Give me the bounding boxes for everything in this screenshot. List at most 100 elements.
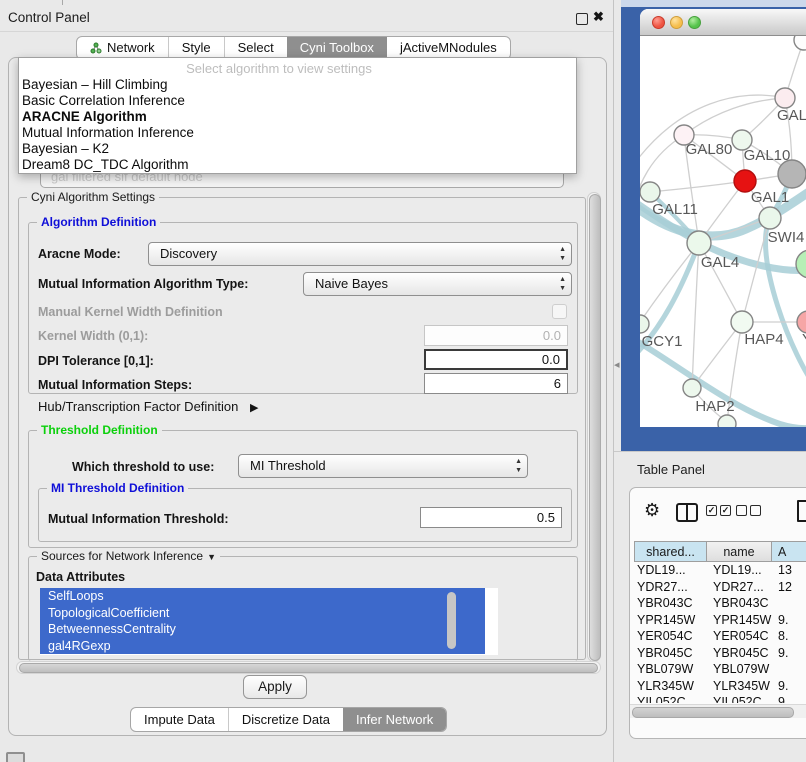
document-icon[interactable] <box>797 500 806 522</box>
tab-impute-data[interactable]: Impute Data <box>131 708 228 731</box>
table-cell[interactable]: YBR045C <box>707 645 772 662</box>
float-panel-icon[interactable] <box>576 13 588 25</box>
kernel-width-input[interactable]: 0.0 <box>424 325 568 346</box>
mi-threshold-input[interactable]: 0.5 <box>420 507 562 528</box>
tab-cyni-toolbox[interactable]: Cyni Toolbox <box>287 37 387 59</box>
which-threshold-select[interactable]: MI Threshold ▲▼ <box>238 454 528 478</box>
network-node-hap4[interactable] <box>731 311 753 333</box>
attribute-list-item[interactable]: gal4RGexp <box>40 638 485 655</box>
table-row[interactable]: YPR145WYPR145W9. <box>634 612 806 629</box>
network-node-gal2[interactable] <box>775 88 795 108</box>
select-all-columns-icon[interactable]: ✓ ✓ <box>706 505 731 516</box>
table-row[interactable]: YDR27...YDR27...12 <box>634 579 806 596</box>
algorithm-option[interactable]: Dream8 DC_TDC Algorithm <box>22 157 573 173</box>
network-node[interactable] <box>778 160 806 188</box>
table-cell[interactable]: YIL052C <box>707 694 772 703</box>
minimized-panel-icon[interactable] <box>6 752 25 762</box>
scrollbar-thumb[interactable] <box>19 663 598 673</box>
table-cell[interactable]: YDR27... <box>634 579 707 596</box>
network-node[interactable] <box>794 36 806 50</box>
table-cell[interactable]: YDL19... <box>634 562 707 579</box>
table-row[interactable]: YDL19...YDL19...13 <box>634 562 806 579</box>
table-cell[interactable]: 9. <box>772 612 806 629</box>
tab-style[interactable]: Style <box>168 37 224 59</box>
table-row[interactable]: YBR043CYBR043C <box>634 595 806 612</box>
table-row[interactable]: YBR045CYBR045C9. <box>634 645 806 662</box>
table-cell[interactable]: YBR045C <box>634 645 707 662</box>
mi-steps-input[interactable]: 6 <box>424 373 568 394</box>
table-cell[interactable]: YPR145W <box>707 612 772 629</box>
algorithm-option[interactable]: Basic Correlation Inference <box>22 93 573 109</box>
algorithm-option[interactable]: Bayesian – Hill Climbing <box>22 77 573 93</box>
network-node-gal4[interactable] <box>687 231 711 255</box>
tab-select[interactable]: Select <box>224 37 287 59</box>
close-panel-icon[interactable]: ✖ <box>593 9 604 25</box>
table-cell[interactable]: 13 <box>772 562 806 579</box>
settings-vertical-scrollbar[interactable] <box>587 192 601 662</box>
column-header[interactable]: A <box>772 541 806 562</box>
table-cell[interactable]: YBL079W <box>634 661 707 678</box>
table-cell[interactable]: 8. <box>772 628 806 645</box>
table-cell[interactable]: 9. <box>772 694 806 703</box>
table-cell[interactable]: 9. <box>772 645 806 662</box>
network-window-titlebar[interactable] <box>640 9 806 36</box>
table-cell[interactable]: YLR345W <box>634 678 707 695</box>
hub-definition-expander[interactable]: Hub/Transcription Factor Definition ▶ <box>38 399 258 414</box>
table-cell[interactable]: YIL052C <box>634 694 707 703</box>
network-node-gal11[interactable] <box>640 182 660 202</box>
table-cell[interactable]: YBL079W <box>707 661 772 678</box>
split-columns-icon[interactable] <box>676 503 698 522</box>
attribute-list-item[interactable]: TopologicalCoefficient <box>40 605 485 622</box>
table-cell[interactable]: YPR145W <box>634 612 707 629</box>
network-canvas[interactable]: GAL2GAL80GAL10GAL1GAL11SWI4GAL4GCY1HAP4Y… <box>640 36 806 427</box>
split-pane-collapse-icon[interactable]: ◂ <box>614 358 620 371</box>
tab-network[interactable]: Network <box>77 37 168 59</box>
table-cell[interactable] <box>772 661 806 678</box>
algorithm-option[interactable]: Mutual Information Inference <box>22 125 573 141</box>
network-node-y[interactable] <box>797 311 806 333</box>
manual-kernel-checkbox[interactable] <box>552 304 567 319</box>
table-cell[interactable]: YBR043C <box>634 595 707 612</box>
network-node-swi4[interactable] <box>759 207 781 229</box>
attribute-list-item[interactable]: SelfLoops <box>40 588 485 605</box>
table-cell[interactable]: YDR27... <box>707 579 772 596</box>
table-cell[interactable]: YBR043C <box>707 595 772 612</box>
table-row[interactable]: YIL052CYIL052C9. <box>634 694 806 703</box>
table-row[interactable]: YER054CYER054C8. <box>634 628 806 645</box>
tab-jactivemnodules[interactable]: jActiveMNodules <box>387 37 510 59</box>
scrollbar-thumb[interactable] <box>589 194 601 661</box>
apply-button[interactable]: Apply <box>243 675 307 699</box>
minimize-window-icon[interactable] <box>670 16 683 29</box>
table-cell[interactable]: YDL19... <box>707 562 772 579</box>
table-horizontal-scrollbar[interactable] <box>630 704 806 718</box>
aracne-mode-select[interactable]: Discovery ▲▼ <box>148 242 572 266</box>
attribute-list-item[interactable]: BetweennessCentrality <box>40 621 485 638</box>
tab-discretize-data[interactable]: Discretize Data <box>228 708 343 731</box>
table-row[interactable]: YBL079WYBL079W <box>634 661 806 678</box>
table-row[interactable]: YLR345WYLR345W9. <box>634 678 806 695</box>
algorithm-option[interactable]: Bayesian – K2 <box>22 141 573 157</box>
dpi-tolerance-input[interactable]: 0.0 <box>424 349 568 370</box>
table-cell[interactable]: YER054C <box>707 628 772 645</box>
collapse-arrow-icon[interactable]: ▼ <box>207 552 216 562</box>
tab-infer-network[interactable]: Infer Network <box>343 708 446 731</box>
close-window-icon[interactable] <box>652 16 665 29</box>
table-cell[interactable]: 9. <box>772 678 806 695</box>
attribute-list-scrollbar[interactable] <box>447 592 456 649</box>
table-cell[interactable] <box>772 595 806 612</box>
network-node[interactable] <box>718 415 736 427</box>
table-cell[interactable]: YER054C <box>634 628 707 645</box>
mi-algorithm-type-select[interactable]: Naive Bayes ▲▼ <box>303 272 572 296</box>
network-node-hap2[interactable] <box>683 379 701 397</box>
network-node-gcy1[interactable] <box>640 315 649 333</box>
table-cell[interactable]: YLR345W <box>707 678 772 695</box>
column-header[interactable]: name <box>707 541 772 562</box>
scrollbar-thumb[interactable] <box>632 707 794 718</box>
column-header[interactable]: shared... <box>634 541 707 562</box>
gear-icon[interactable]: ⚙ <box>644 497 660 523</box>
zoom-window-icon[interactable] <box>688 16 701 29</box>
settings-horizontal-scrollbar[interactable] <box>16 661 601 674</box>
table-cell[interactable]: 12 <box>772 579 806 596</box>
algorithm-option[interactable]: ARACNE Algorithm <box>22 109 573 125</box>
deselect-all-columns-icon[interactable] <box>736 505 761 516</box>
